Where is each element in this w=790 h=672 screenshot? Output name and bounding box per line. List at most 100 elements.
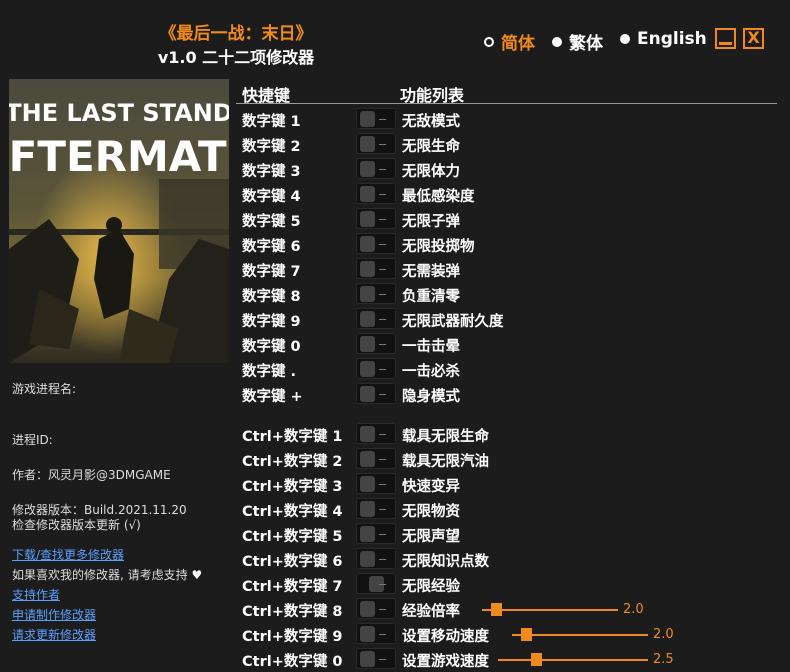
function-label: 无限武器耐久度 [402,314,504,330]
header-divider [236,103,777,104]
radio-icon [552,36,562,47]
process-name-label: 游戏进程名: [12,382,77,396]
cheat-toggle[interactable] [356,158,396,179]
cheat-toggle[interactable] [356,358,396,379]
hotkey-label: Ctrl+数字键 4 [242,504,343,520]
function-label: 无限知识点数 [402,554,489,570]
hotkey-label: 数字键 5 [242,214,301,230]
toggle-off-indicator [379,609,386,610]
cheat-toggle[interactable] [356,308,396,329]
lang-english-option[interactable]: English [620,29,707,49]
toggle-knob [360,551,375,567]
cheat-row: 数字键 . 一击必杀 [242,357,782,382]
function-label: 一击击晕 [402,339,460,355]
cheat-toggle[interactable] [356,283,396,304]
cheat-row: 数字键 7 无需装弹 [242,257,782,282]
lang-english-label: English [637,29,707,49]
function-label: 载具无限生命 [402,429,489,445]
cheat-row: 数字键 0 一击击晕 [242,332,782,357]
request-update-link[interactable]: 请求更新修改器 [12,626,96,643]
toggle-off-indicator [379,459,386,460]
function-label: 一击必杀 [402,364,460,380]
cheat-toggle[interactable] [356,108,396,129]
cheat-toggle[interactable] [356,233,396,254]
slider-value: 2.5 [653,652,674,667]
slider-thumb[interactable] [521,628,532,641]
toggle-knob [360,111,375,127]
hotkey-label: 数字键 9 [242,314,301,330]
function-label: 无敌模式 [402,114,460,130]
hotkey-label: 数字键 3 [242,164,301,180]
request-trainer-link[interactable]: 申请制作修改器 [12,606,96,623]
cheat-toggle[interactable] [356,183,396,204]
radio-icon [620,34,630,44]
cheat-row: 数字键 1 无敌模式 [242,107,782,132]
cheat-row: Ctrl+数字键 6 无限知识点数 [242,547,782,572]
cheat-toggle[interactable] [356,133,396,154]
toggle-knob [360,526,375,542]
support-author-link[interactable]: 支持作者 [12,586,60,603]
lang-simplified-option[interactable]: 简体 [484,29,535,54]
cheat-toggle[interactable] [356,258,396,279]
function-label: 无限体力 [402,164,460,180]
toggle-off-indicator [379,169,386,170]
toggle-off-indicator [379,534,386,535]
cheat-toggle[interactable] [356,448,396,469]
cheat-toggle[interactable] [356,548,396,569]
cheat-toggle[interactable] [356,423,396,444]
cheat-toggle[interactable] [356,333,396,354]
slider-thumb[interactable] [491,603,502,616]
hotkey-label: Ctrl+数字键 3 [242,479,343,495]
cheat-toggle[interactable] [356,598,396,619]
cheat-toggle[interactable] [356,498,396,519]
cheat-toggle[interactable] [356,523,396,544]
game-cover-image: THE LAST STAND AFTERMATH [9,79,229,363]
cheat-row: 数字键 4 最低感染度 [242,182,782,207]
slider-track [498,659,648,661]
cheat-row: Ctrl+数字键 5 无限声望 [242,522,782,547]
function-label: 无限投掷物 [402,239,475,255]
toggle-off-indicator [379,584,386,585]
toggle-off-indicator [379,294,386,295]
toggle-knob [360,361,375,377]
download-more-link[interactable]: 下载/查找更多修改器 [12,546,124,563]
hotkey-label: 数字键 + [242,389,303,405]
slider-track [482,609,618,611]
hotkey-label: Ctrl+数字键 1 [242,429,343,445]
hotkey-label: 数字键 4 [242,189,301,205]
check-update-link[interactable]: 检查修改器版本更新 (√) [12,516,141,533]
toggle-knob [360,311,375,327]
radio-selected-icon [484,36,494,47]
cheat-toggle[interactable] [356,208,396,229]
hotkey-label: Ctrl+数字键 2 [242,454,343,470]
hotkey-label: 数字键 7 [242,264,301,280]
hotkey-label: Ctrl+数字键 5 [242,529,343,545]
function-label: 经验倍率 [402,604,460,620]
cheat-row: 数字键 8 负重清零 [242,282,782,307]
toggle-knob [360,236,375,252]
cheat-toggle[interactable] [356,473,396,494]
cheat-toggle[interactable] [356,648,396,669]
hotkey-label: Ctrl+数字键 7 [242,579,343,595]
cheat-toggle[interactable] [356,573,396,594]
function-label: 无限声望 [402,529,460,545]
hotkey-label: 数字键 1 [242,114,301,130]
toggle-knob [360,211,375,227]
lang-traditional-option[interactable]: 繁体 [552,29,603,54]
function-label: 设置游戏速度 [402,654,489,670]
toggle-knob [360,626,375,642]
cheat-toggle[interactable] [356,623,396,644]
cheat-toggle[interactable] [356,383,396,404]
cheat-row: 数字键 2 无限生命 [242,132,782,157]
value-slider[interactable] [512,628,648,641]
close-button[interactable]: X [743,28,764,49]
cheat-row: Ctrl+数字键 4 无限物资 [242,497,782,522]
cheat-row: Ctrl+数字键 1 载具无限生命 [242,422,782,447]
value-slider[interactable] [482,603,618,616]
slider-thumb[interactable] [531,653,542,666]
value-slider[interactable] [498,653,648,666]
minimize-button[interactable] [715,28,736,49]
hotkey-label: 数字键 . [242,364,297,380]
toggle-knob [360,601,375,617]
function-label: 无限子弹 [402,214,460,230]
